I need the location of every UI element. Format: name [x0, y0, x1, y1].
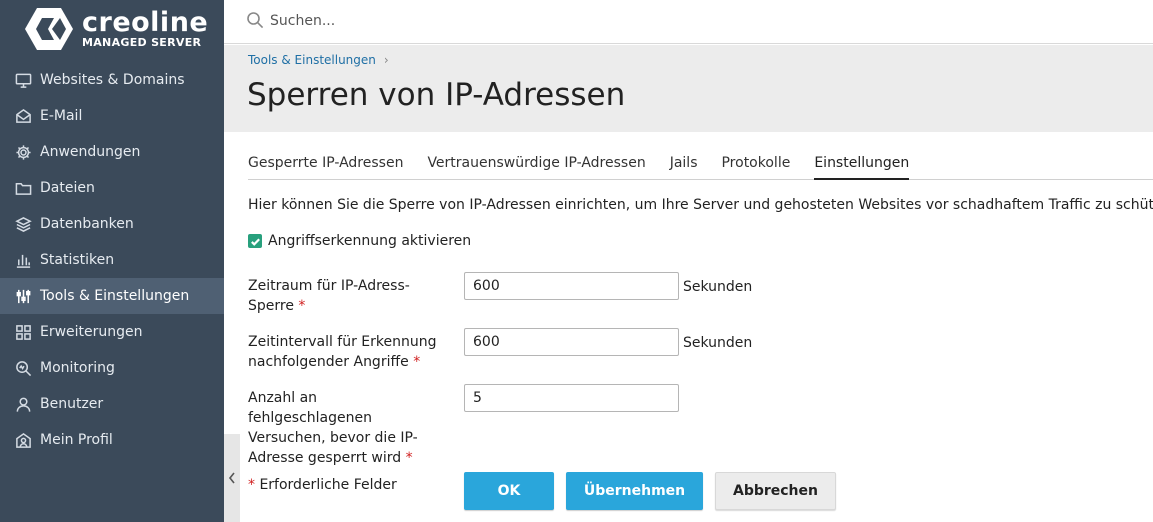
monitoring-search-icon [14, 359, 32, 377]
tab-vertrauenswuerdige-ip-adressen[interactable]: Vertrauenswürdige IP-Adressen [427, 150, 645, 180]
bar-chart-icon [14, 251, 32, 269]
attack-detection-row: Angriffserkennung aktivieren [248, 233, 471, 249]
sidebar-item-label: Datenbanken [40, 216, 134, 232]
tab-einstellungen[interactable]: Einstellungen [814, 150, 910, 180]
sidebar-item-label: Websites & Domains [40, 72, 185, 88]
max-retries-label: Anzahl an fehlgeschlagenen Versuchen, be… [248, 388, 438, 468]
sidebar-item-label: Tools & Einstellungen [40, 288, 190, 304]
sidebar-item-benutzer[interactable]: Benutzer [0, 386, 224, 422]
ban-period-label-text: Zeitraum für IP-Adress-Sperre [248, 278, 410, 314]
detection-interval-label: Zeitintervall für Erkennung nachfolgende… [248, 332, 448, 372]
sidebar-item-websites-domains[interactable]: Websites & Domains [0, 62, 224, 98]
detection-interval-input[interactable] [464, 328, 679, 356]
sidebar: creoline MANAGED SERVER Websites & Domai… [0, 0, 224, 522]
required-marker: * [405, 450, 413, 466]
max-retries-label-text: Anzahl an fehlgeschlagenen Versuchen, be… [248, 390, 418, 466]
detection-interval-unit: Sekunden [683, 335, 753, 351]
ok-button[interactable]: OK [464, 472, 554, 510]
tab-jails[interactable]: Jails [670, 150, 698, 180]
cancel-button[interactable]: Abbrechen [715, 472, 836, 510]
sidebar-item-label: Anwendungen [40, 144, 141, 160]
sidebar-item-datenbanken[interactable]: Datenbanken [0, 206, 224, 242]
sidebar-item-label: Erweiterungen [40, 324, 143, 340]
sidebar-item-mein-profil[interactable]: Mein Profil [0, 422, 224, 458]
brand-logo[interactable]: creoline MANAGED SERVER [24, 6, 208, 52]
brand-subtitle: MANAGED SERVER [82, 35, 202, 49]
puzzle-grid-icon [14, 323, 32, 341]
sidebar-item-anwendungen[interactable]: Anwendungen [0, 134, 224, 170]
attack-detection-label: Angriffserkennung aktivieren [268, 233, 472, 249]
brand-name: creoline [82, 6, 209, 38]
sidebar-item-label: Dateien [40, 180, 95, 196]
sidebar-collapse-handle[interactable] [224, 434, 240, 522]
breadcrumb-link-tools[interactable]: Tools & Einstellungen [248, 53, 376, 67]
breadcrumb: Tools & Einstellungen › [248, 53, 389, 67]
search-icon [246, 11, 266, 31]
required-marker: * [413, 354, 421, 370]
checkmark-icon [250, 237, 260, 246]
top-bar [224, 0, 1153, 44]
intro-text: Hier können Sie die Sperre von IP-Adress… [248, 197, 1153, 213]
tab-gesperrte-ip-adressen[interactable]: Gesperrte IP-Adressen [248, 150, 403, 180]
sidebar-item-label: Statistiken [40, 252, 115, 268]
required-fields-text: Erforderliche Felder [259, 477, 397, 493]
user-icon [14, 395, 32, 413]
sidebar-item-tools-einstellungen[interactable]: Tools & Einstellungen [0, 278, 224, 314]
page-title: Sperren von IP-Adressen [247, 77, 626, 113]
sidebar-item-erweiterungen[interactable]: Erweiterungen [0, 314, 224, 350]
sidebar-item-label: E-Mail [40, 108, 83, 124]
ban-period-input[interactable] [464, 272, 679, 300]
tab-protokolle[interactable]: Protokolle [721, 150, 790, 180]
sidebar-item-monitoring[interactable]: Monitoring [0, 350, 224, 386]
sidebar-item-label: Mein Profil [40, 432, 113, 448]
creoline-logo-icon [25, 8, 73, 50]
sidebar-nav: Websites & Domains E-Mail Anwendungen Da… [0, 62, 224, 458]
search-input[interactable] [270, 8, 770, 34]
sidebar-item-statistiken[interactable]: Statistiken [0, 242, 224, 278]
sidebar-item-dateien[interactable]: Dateien [0, 170, 224, 206]
gear-icon [14, 143, 32, 161]
layers-icon [14, 215, 32, 233]
sliders-icon [14, 287, 32, 305]
ban-period-unit: Sekunden [683, 279, 753, 295]
profile-icon [14, 431, 32, 449]
sidebar-item-label: Monitoring [40, 360, 115, 376]
required-marker: * [298, 298, 306, 314]
required-fields-note: * Erforderliche Felder [248, 477, 397, 493]
apply-button[interactable]: Übernehmen [566, 472, 703, 510]
sidebar-item-label: Benutzer [40, 396, 104, 412]
chevron-left-icon [228, 472, 235, 484]
folder-icon [14, 179, 32, 197]
required-marker: * [248, 477, 255, 493]
attack-detection-checkbox[interactable] [248, 234, 262, 248]
max-retries-input[interactable] [464, 384, 679, 412]
monitor-icon [14, 71, 32, 89]
sidebar-item-email[interactable]: E-Mail [0, 98, 224, 134]
page-header: Tools & Einstellungen › Sperren von IP-A… [224, 45, 1153, 132]
ban-period-label: Zeitraum für IP-Adress-Sperre * [248, 276, 448, 316]
tab-bar: Gesperrte IP-Adressen Vertrauenswürdige … [248, 150, 1153, 180]
mail-icon [14, 107, 32, 125]
chevron-right-icon: › [383, 53, 389, 67]
detection-interval-label-text: Zeitintervall für Erkennung nachfolgende… [248, 334, 437, 370]
